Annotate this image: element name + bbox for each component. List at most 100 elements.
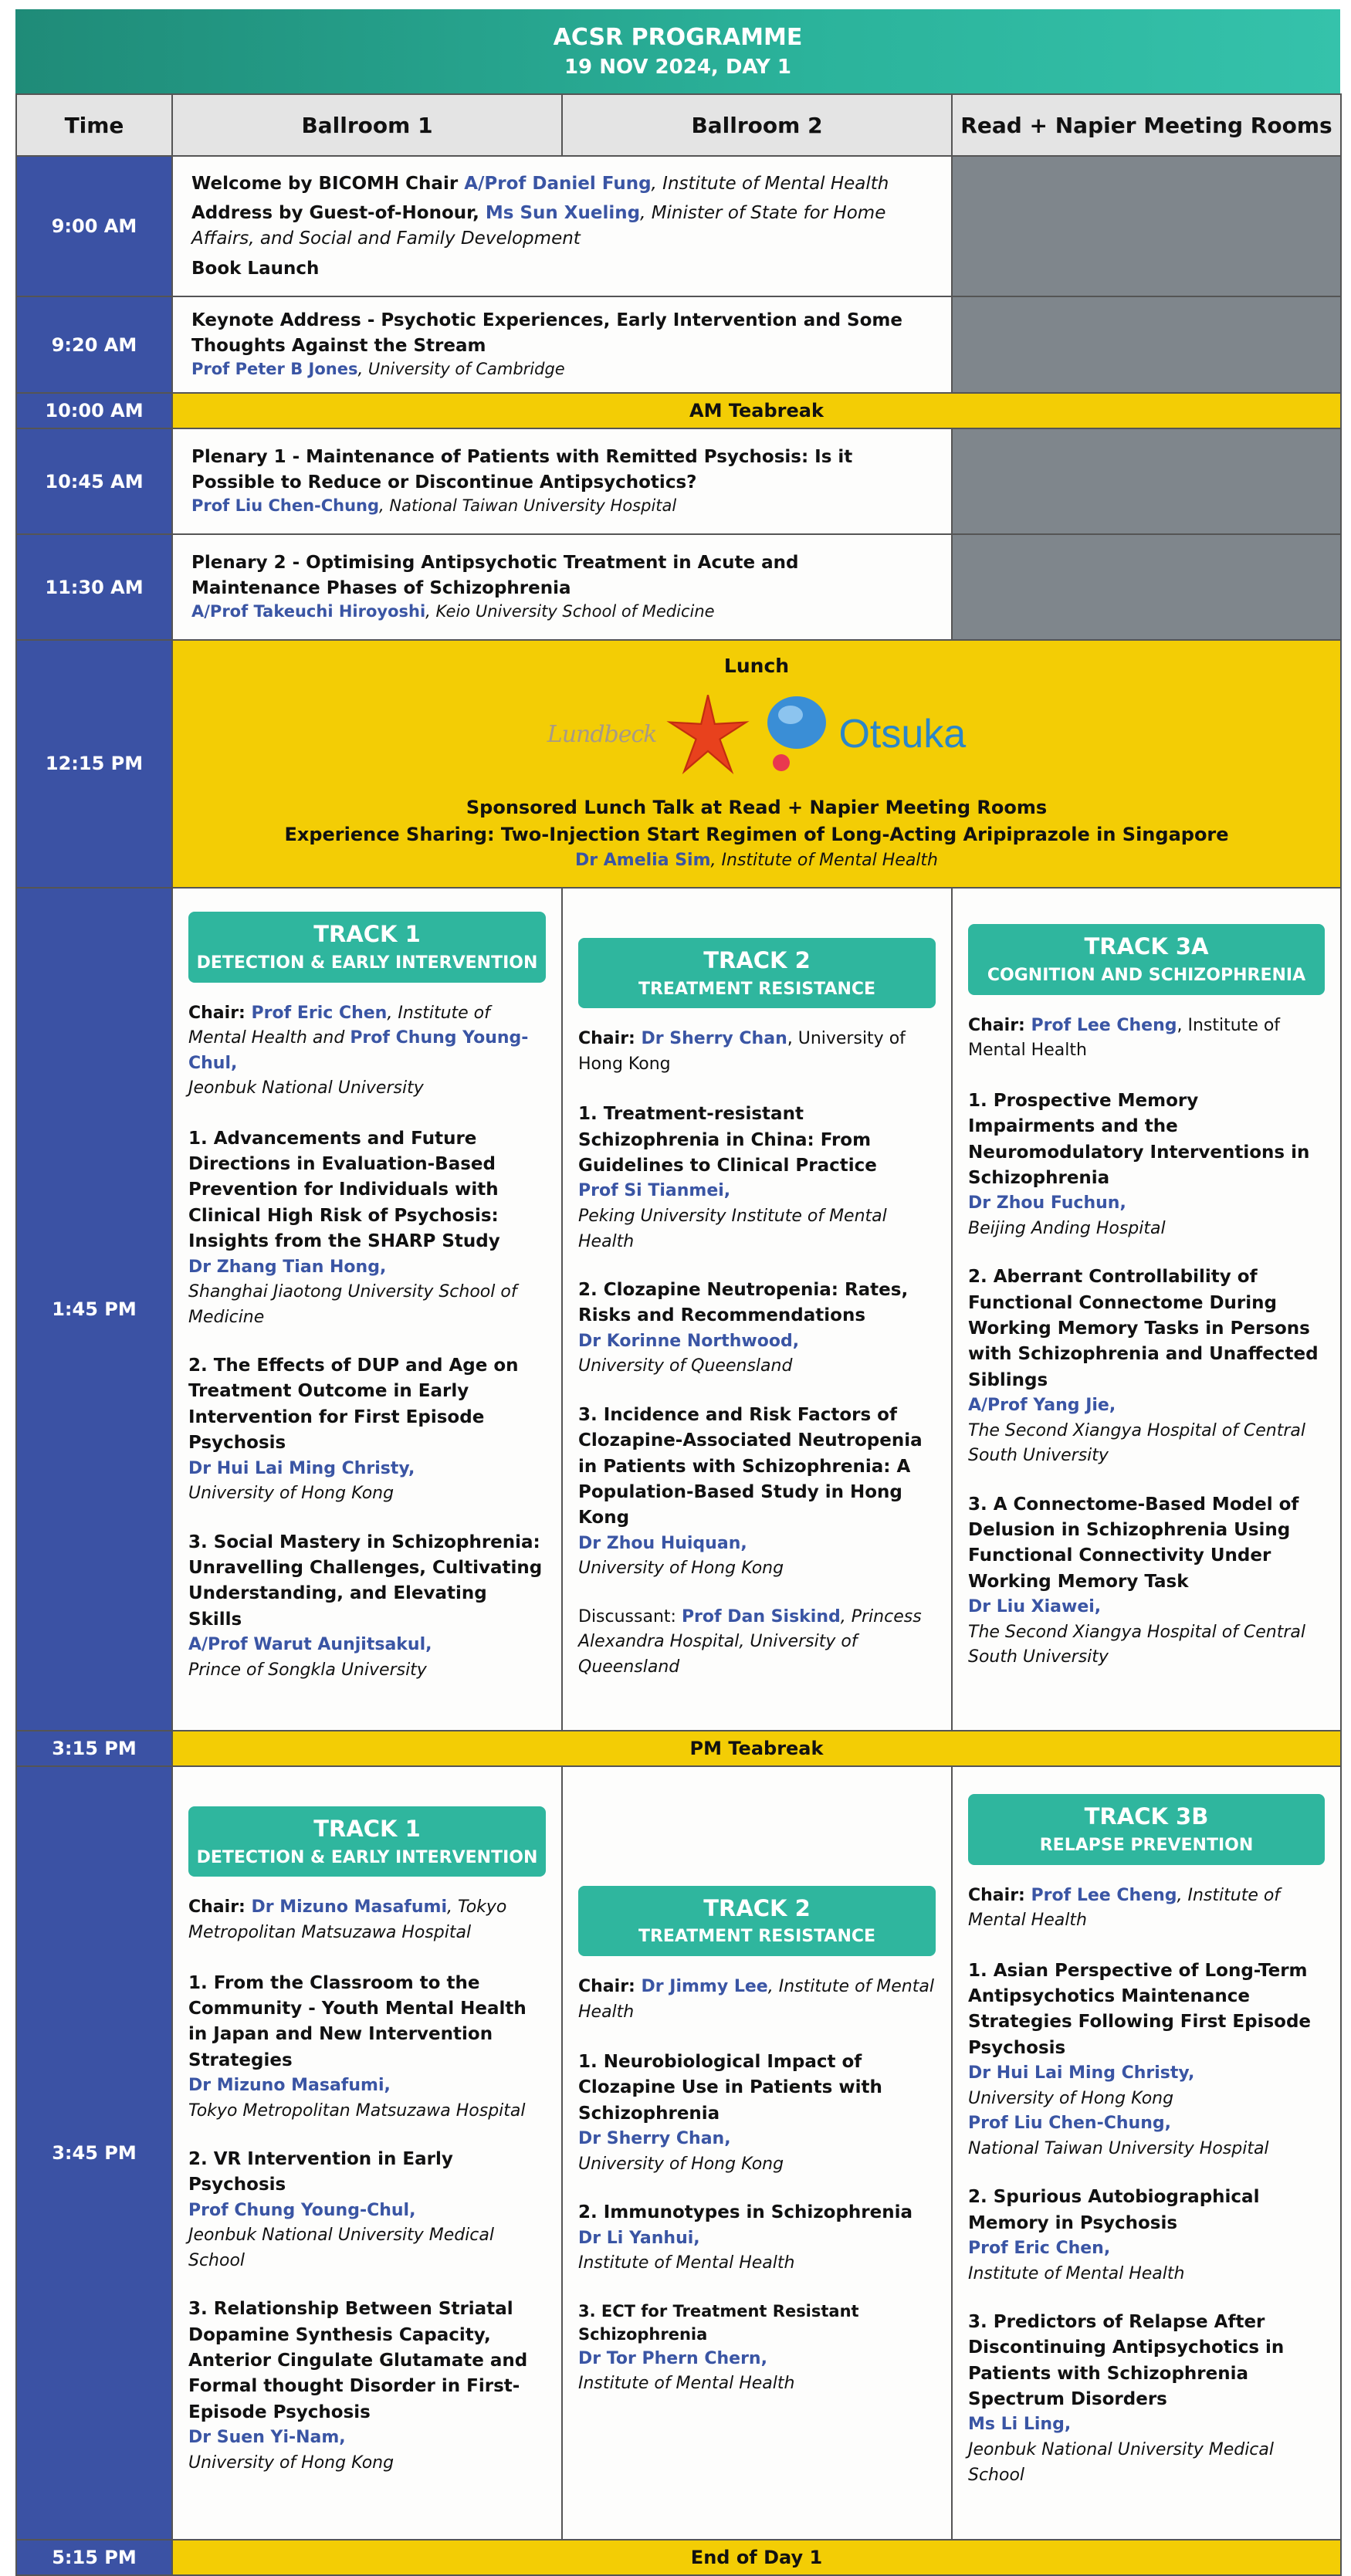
track-number: TRACK 3A <box>1084 933 1209 960</box>
talk-speaker: Ms Li Ling, <box>968 2415 1072 2435</box>
talk-affiliation: Peking University Institute of Mental He… <box>578 1207 887 1251</box>
chair-name: Dr Sherry Chan <box>641 1029 787 1049</box>
talk-speaker: Dr Zhang Tian Hong, <box>188 1257 387 1277</box>
talk: 3. A Connectome-Based Model of Delusion … <box>968 1492 1325 1671</box>
track-header: TRACK 3A COGNITION AND SCHIZOPHRENIA <box>968 924 1325 995</box>
chair: Chair: Prof Eric Chen, Institute of Ment… <box>188 1003 529 1098</box>
welcome-affiliation: , Institute of Mental Health <box>651 173 889 194</box>
time-1045: 10:45 AM <box>15 428 173 536</box>
talk-speaker: Dr Hui Lai Ming Christy, <box>968 2063 1195 2083</box>
time-0345: 3:45 PM <box>15 1765 173 2540</box>
plenary-2-affiliation: , Keio University School of Medicine <box>425 602 715 621</box>
row-am-teabreak: 10:00 AM AM Teabreak <box>15 392 1342 430</box>
talk: 1. Prospective Memory Impairments and th… <box>968 1088 1325 1241</box>
talk-affiliation: University of Hong Kong <box>188 1484 394 1504</box>
row-1130: 11:30 AM Plenary 2 - Optimising Antipsyc… <box>15 533 1342 641</box>
lundbeck-logo: Lundbeck <box>547 720 658 748</box>
talk-speaker: Prof Chung Young-Chul, <box>188 2200 416 2220</box>
track-name: COGNITION AND SCHIZOPHRENIA <box>987 966 1306 986</box>
row-pm-teabreak: 3:15 PM PM Teabreak <box>15 1729 1342 1767</box>
plenary-2-title: Plenary 2 - Optimising Antipsychotic Tre… <box>191 553 799 598</box>
talk-title: 1. From the Classroom to the Community -… <box>188 1972 527 2070</box>
plenary-1-speaker: Prof Liu Chen-Chung <box>191 496 380 516</box>
talk-speaker: Prof Eric Chen, <box>968 2238 1111 2258</box>
time-1215: 12:15 PM <box>15 639 173 889</box>
talk-speaker: Dr Korinne Northwood, <box>578 1331 800 1351</box>
talk: 3. Social Mastery in Schizophrenia: Unra… <box>188 1530 546 1683</box>
talk-affiliation: University of Hong Kong <box>188 2452 394 2473</box>
talk-affiliation: The Second Xiangya Hospital of Central S… <box>968 1420 1305 1466</box>
chair-name: Prof Lee Cheng <box>1031 1885 1177 1905</box>
talk-title: 2. Aberrant Controllability of Functiona… <box>968 1267 1319 1390</box>
am-teabreak: AM Teabreak <box>171 392 1342 430</box>
end-of-day: End of Day 1 <box>171 2538 1342 2576</box>
discussant: Discussant: Prof Dan Siskind, Princess A… <box>578 1606 922 1677</box>
title-bar: ACSR PROGRAMME 19 NOV 2024, DAY 1 <box>15 9 1340 93</box>
track-1-am: TRACK 1 DETECTION & EARLY INTERVENTION C… <box>171 886 563 1731</box>
col-ballroom-1: Ballroom 1 <box>171 93 563 157</box>
talk-speaker: Dr Zhou Fuchun, <box>968 1193 1126 1214</box>
track-3b: TRACK 3B RELAPSE PREVENTION Chair: Prof … <box>951 1765 1342 2540</box>
chair: Chair: Dr Sherry Chan, University of Hon… <box>578 1029 906 1074</box>
talk: 1. Asian Perspective of Long-Term Antips… <box>968 1958 1325 2162</box>
talk-speaker: Dr Tor Phern Chern, <box>578 2348 767 2368</box>
talk: 3. Relationship Between Striatal Dopamin… <box>188 2297 546 2476</box>
talk: 1. Neurobiological Impact of Clozapine U… <box>578 2050 936 2177</box>
talk-affiliation: Beijing Anding Hospital <box>968 1218 1166 1238</box>
chair: Chair: Prof Lee Cheng, Institute of Ment… <box>968 1885 1281 1931</box>
empty-slot <box>951 428 1342 536</box>
track-number: TRACK 3B <box>1084 1803 1209 1830</box>
session-plenary-1: Plenary 1 - Maintenance of Patients with… <box>171 428 953 536</box>
track-header: TRACK 1 DETECTION & EARLY INTERVENTION <box>188 912 546 983</box>
talk-title: 3. Incidence and Risk Factors of Clozapi… <box>578 1404 923 1528</box>
lunch-session: Lunch Lundbeck Otsuka Sponsored Lunch Ta… <box>171 639 1342 889</box>
talk-title: 3. Predictors of Relapse After Discontin… <box>968 2312 1285 2410</box>
row-0145: 1:45 PM TRACK 1 DETECTION & EARLY INTERV… <box>15 886 1342 1731</box>
talk-title: 2. Clozapine Neutropenia: Rates, Risks a… <box>578 1280 909 1326</box>
chair-name: Prof Eric Chen <box>251 1003 388 1023</box>
talk-affiliation: Jeonbuk National University Medical Scho… <box>968 2439 1274 2485</box>
talk-affiliation: The Second Xiangya Hospital of Central S… <box>968 1622 1305 1667</box>
track-number: TRACK 1 <box>313 921 421 948</box>
talk: 2. VR Intervention in Early Psychosis Pr… <box>188 2147 546 2273</box>
time-0920: 9:20 AM <box>15 295 173 394</box>
starfish-icon <box>666 695 750 775</box>
row-0345: 3:45 PM TRACK 1 DETECTION & EARLY INTERV… <box>15 1765 1342 2540</box>
programme-title: ACSR PROGRAMME <box>553 24 803 51</box>
talk-speaker: Dr Li Yanhui, <box>578 2228 700 2248</box>
talk-title: 1. Advancements and Future Directions in… <box>188 1128 500 1252</box>
keynote-title: Keynote Address - Psychotic Experiences,… <box>191 310 902 356</box>
talk-speaker: Dr Liu Xiawei, <box>968 1597 1102 1617</box>
talk-title: 1. Asian Perspective of Long-Term Antips… <box>968 1960 1312 2058</box>
header-row: Time Ballroom 1 Ballroom 2 Read + Napier… <box>15 93 1342 157</box>
talk-affiliation: University of Hong Kong <box>968 2088 1174 2108</box>
plenary-1-title: Plenary 1 - Maintenance of Patients with… <box>191 447 853 493</box>
talk: 1. From the Classroom to the Community -… <box>188 1971 546 2124</box>
row-0900: 9:00 AM Welcome by BICOMH Chair A/Prof D… <box>15 155 1342 297</box>
time-1130: 11:30 AM <box>15 533 173 641</box>
lunch-talk-venue: Sponsored Lunch Talk at Read + Napier Me… <box>466 797 1048 819</box>
talk-affiliation: Prince of Songkla University <box>188 1660 427 1680</box>
talk: 3. Predictors of Relapse After Discontin… <box>968 2310 1325 2488</box>
track-name: DETECTION & EARLY INTERVENTION <box>196 1847 538 1867</box>
col-time: Time <box>15 93 173 157</box>
talk-title: 1. Prospective Memory Impairments and th… <box>968 1090 1310 1188</box>
talk: 2. Immunotypes in Schizophrenia Dr Li Ya… <box>578 2200 936 2276</box>
chair: Chair: Dr Jimmy Lee, Institute of Mental… <box>578 1977 934 2022</box>
talk: 1. Advancements and Future Directions in… <box>188 1126 546 1330</box>
session-plenary-2: Plenary 2 - Optimising Antipsychotic Tre… <box>171 533 953 641</box>
lunch-talk-title: Experience Sharing: Two-Injection Start … <box>284 823 1229 845</box>
time-0900: 9:00 AM <box>15 155 173 297</box>
sponsor-logos: Lundbeck Otsuka <box>181 688 1332 780</box>
chair: Chair: Prof Lee Cheng, Institute of Ment… <box>968 1015 1281 1061</box>
track-3a: TRACK 3A COGNITION AND SCHIZOPHRENIA Cha… <box>951 886 1342 1731</box>
track-header: TRACK 1 DETECTION & EARLY INTERVENTION <box>188 1806 546 1877</box>
track-number: TRACK 1 <box>313 1816 421 1843</box>
talk: 1. Treatment-resistant Schizophrenia in … <box>578 1102 936 1254</box>
empty-slot <box>951 295 1342 394</box>
address-speaker: Ms Sun Xueling <box>485 203 641 224</box>
talk-affiliation: University of Hong Kong <box>578 2154 784 2174</box>
empty-slot <box>951 155 1342 297</box>
talk: 3. ECT for Treatment Resistant Schizophr… <box>578 2300 936 2397</box>
talk-speaker: Prof Si Tianmei, <box>578 1181 731 1201</box>
